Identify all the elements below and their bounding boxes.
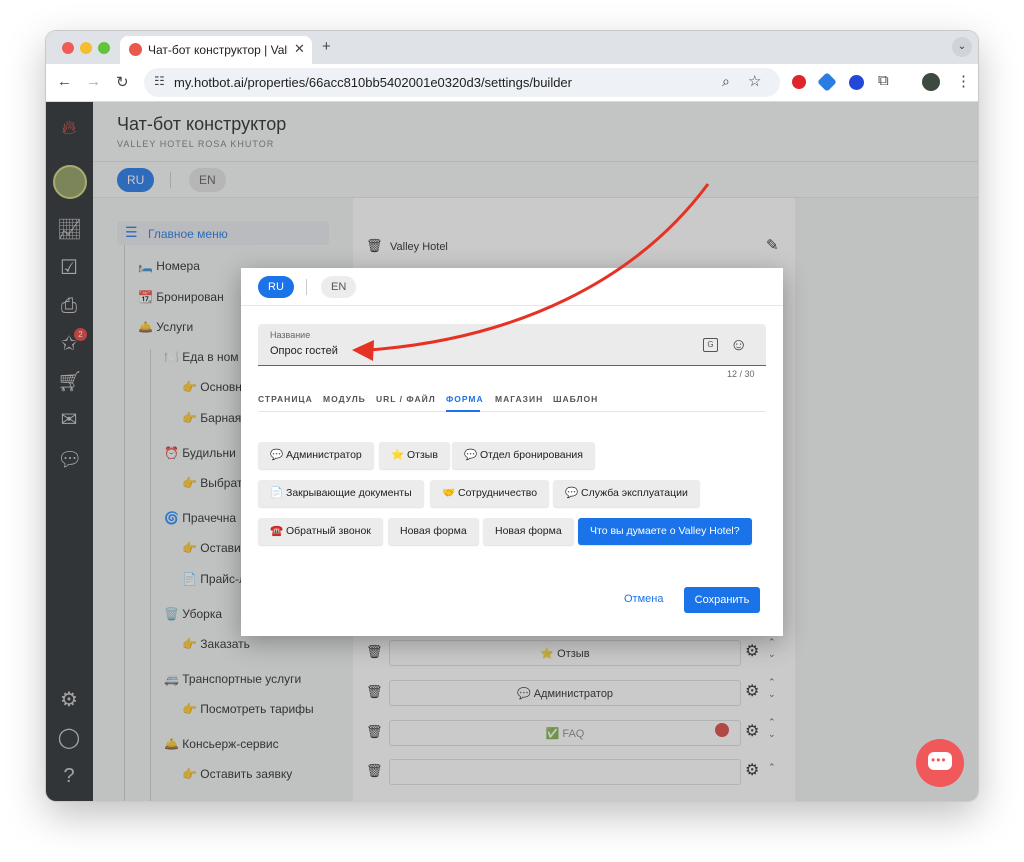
- form-chip[interactable]: 💬 Отдел бронирования: [452, 442, 595, 469]
- maximize-window-button[interactable]: [98, 42, 110, 54]
- name-field-value: Опрос гостей: [270, 345, 338, 357]
- dialog-lang-ru-button[interactable]: RU: [258, 276, 294, 298]
- reload-icon[interactable]: ↻: [116, 73, 129, 91]
- profile-avatar[interactable]: [922, 73, 940, 91]
- form-chip[interactable]: 💬 Служба эксплуатации: [553, 480, 700, 507]
- browser-tab[interactable]: Чат-бот конструктор | Valley ✕: [120, 36, 312, 64]
- tab-shop[interactable]: МАГАЗИН: [495, 394, 543, 404]
- chat-widget-button[interactable]: •••: [916, 739, 964, 787]
- tab-title: Чат-бот конструктор | Valley: [148, 43, 288, 57]
- url-text: my.hotbot.ai/properties/66acc810bb540200…: [174, 75, 572, 90]
- extension-opera-icon[interactable]: [792, 75, 806, 89]
- new-tab-icon[interactable]: +: [322, 38, 331, 55]
- tab-template[interactable]: ШАБЛОН: [553, 394, 598, 404]
- extensions-puzzle-icon[interactable]: ⧉: [878, 72, 889, 89]
- active-tab-underline: [446, 410, 480, 412]
- cancel-button[interactable]: Отмена: [624, 593, 663, 605]
- minimize-window-button[interactable]: [80, 42, 92, 54]
- address-bar[interactable]: ☷ my.hotbot.ai/properties/66acc810bb5402…: [144, 68, 780, 97]
- browser-toolbar: ← → ↻ ☷ my.hotbot.ai/properties/66acc810…: [46, 64, 978, 102]
- tab-form[interactable]: ФОРМА: [446, 394, 484, 404]
- bookmark-star-icon[interactable]: ☆: [748, 72, 761, 90]
- browser-window: Чат-бот конструктор | Valley ✕ + ⌄ ← → ↻…: [46, 31, 978, 801]
- form-chip-selected[interactable]: Что вы думаете о Valley Hotel?: [578, 518, 752, 545]
- name-field-label: Название: [270, 330, 311, 340]
- back-icon[interactable]: ←: [57, 73, 72, 90]
- tab-bar: Чат-бот конструктор | Valley ✕ + ⌄: [46, 31, 978, 64]
- lang-divider: [306, 279, 307, 295]
- form-chip[interactable]: 💬 Администратор: [258, 442, 374, 469]
- name-field[interactable]: Название Опрос гостей G ☺: [258, 324, 766, 366]
- translate-icon[interactable]: G: [703, 338, 718, 352]
- char-counter: 12 / 30: [727, 369, 755, 379]
- form-chip[interactable]: 🤝 Сотрудничество: [430, 480, 550, 507]
- save-button[interactable]: Сохранить: [684, 587, 760, 613]
- forward-icon[interactable]: →: [86, 73, 101, 90]
- type-tabs: СТРАНИЦА МОДУЛЬ URL / ФАЙЛ ФОРМА МАГАЗИН…: [258, 388, 766, 412]
- zoom-icon[interactable]: ⌕: [722, 73, 730, 90]
- form-chip[interactable]: Новая форма: [388, 518, 479, 545]
- close-tab-icon[interactable]: ✕: [294, 41, 305, 57]
- form-chip[interactable]: 📄 Закрывающие документы: [258, 480, 424, 507]
- tab-module[interactable]: МОДУЛЬ: [323, 394, 366, 404]
- tab-page[interactable]: СТРАНИЦА: [258, 394, 313, 404]
- favicon-icon: [129, 43, 142, 56]
- tab-menu-icon[interactable]: ⌄: [952, 37, 972, 57]
- form-chip[interactable]: ⭐ Отзыв: [379, 442, 450, 469]
- edit-item-dialog: RU EN Название Опрос гостей G ☺ 12 / 30 …: [241, 268, 783, 636]
- site-settings-icon[interactable]: ☷: [154, 74, 165, 88]
- dialog-lang-en-button[interactable]: EN: [321, 276, 357, 298]
- extension-trip-icon[interactable]: [849, 75, 864, 90]
- dialog-language-bar: RU EN: [241, 268, 783, 306]
- close-window-button[interactable]: [62, 42, 74, 54]
- form-chip[interactable]: ☎️ Обратный звонок: [258, 518, 383, 545]
- extension-tag-icon[interactable]: [817, 72, 837, 92]
- chat-dots: •••: [931, 753, 947, 767]
- emoji-picker-icon[interactable]: ☺: [730, 335, 747, 355]
- form-chip[interactable]: Новая форма: [483, 518, 574, 545]
- tab-url-file[interactable]: URL / ФАЙЛ: [376, 394, 436, 404]
- browser-menu-icon[interactable]: ⋮: [956, 72, 971, 90]
